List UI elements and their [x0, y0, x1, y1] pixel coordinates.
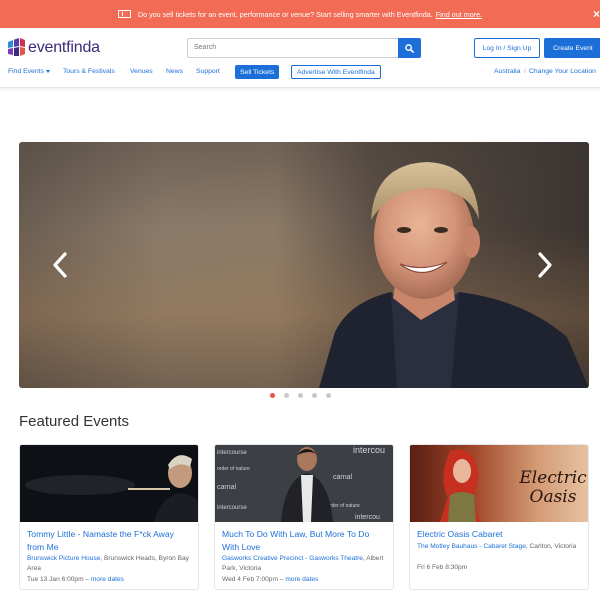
- poster-word: intercourse: [217, 450, 247, 456]
- event-date: Tue 13 Jan 6:00pm: [27, 576, 84, 583]
- carousel-dot[interactable]: [270, 393, 275, 398]
- event-title[interactable]: Much To Do With Law, But More To Do With…: [222, 528, 387, 553]
- nav-find-events[interactable]: Find Events: [8, 68, 50, 75]
- event-card[interactable]: intercourse order of nature carnal carna…: [214, 444, 394, 590]
- event-date-row: Tue 13 Jan 6:00pm – more dates: [27, 576, 124, 583]
- chevron-left-icon[interactable]: [52, 252, 68, 278]
- event-venue: Gasworks Creative Precinct - Gasworks Th…: [222, 554, 387, 574]
- poster-word: intercou: [353, 445, 385, 455]
- event-venue-link[interactable]: The Motley Bauhaus - Cabaret Stage: [417, 543, 526, 550]
- chevron-right-icon[interactable]: [537, 252, 553, 278]
- hero-carousel[interactable]: [19, 142, 589, 388]
- event-venue: The Motley Bauhaus - Cabaret Stage, Carl…: [417, 542, 582, 552]
- logo-text: eventfinda: [28, 39, 100, 56]
- poster-word: intercourse: [217, 505, 247, 511]
- site-logo[interactable]: eventfinda: [8, 38, 100, 58]
- poster-title-bottom: Oasis: [530, 487, 577, 507]
- event-image[interactable]: [20, 445, 198, 522]
- event-date: Wed 4 Feb 7:00pm: [222, 576, 278, 583]
- site-header: eventfinda Search Log In / Sign Up Creat…: [0, 28, 600, 88]
- nav-support[interactable]: Support: [196, 68, 220, 75]
- event-image[interactable]: intercourse order of nature carnal carna…: [215, 445, 393, 522]
- event-venue-link[interactable]: Gasworks Creative Precinct - Gasworks Th…: [222, 555, 363, 562]
- nav-separator: /: [524, 68, 526, 75]
- event-title[interactable]: Tommy Little - Namaste the F*ck Away fro…: [27, 528, 192, 553]
- ticket-icon: [117, 10, 131, 18]
- hero-portrait-image: [319, 162, 589, 388]
- event-image[interactable]: Electric Oasis: [410, 445, 588, 522]
- featured-events-heading: Featured Events: [19, 413, 130, 430]
- close-icon[interactable]: ×: [593, 7, 600, 21]
- nav-advertise-button[interactable]: Advertise With Eventfinda: [291, 65, 381, 79]
- carousel-dot[interactable]: [312, 393, 317, 398]
- event-card[interactable]: Electric Oasis Electric Oasis Cabaret Th…: [409, 444, 589, 590]
- search-input[interactable]: Search: [187, 38, 399, 58]
- poster-word: order of nature: [217, 466, 250, 472]
- nav-location: Australia: [494, 68, 521, 75]
- event-venue: Brunswick Picture House, Brunswick Heads…: [27, 554, 192, 574]
- event-venue-location: , Carlton, Victoria: [525, 543, 577, 550]
- carousel-dots: [270, 393, 331, 398]
- event-date: Fri 6 Feb 8:30pm: [417, 564, 468, 571]
- more-dates-link[interactable]: more dates: [91, 576, 124, 583]
- search-icon: [405, 43, 414, 53]
- nav-venues[interactable]: Venues: [130, 68, 153, 75]
- promo-banner: Do you sell tickets for an event, perfor…: [0, 0, 600, 28]
- nav-sell-tickets-button[interactable]: Sell Tickets: [235, 65, 280, 79]
- promo-text: Do you sell tickets for an event, perfor…: [137, 9, 433, 19]
- event-date-row: Fri 6 Feb 8:30pm: [417, 564, 467, 571]
- login-signup-button[interactable]: Log In / Sign Up: [474, 38, 540, 58]
- event-date-row: Wed 4 Feb 7:00pm – more dates: [222, 576, 318, 583]
- event-title[interactable]: Electric Oasis Cabaret: [417, 528, 582, 541]
- event-card[interactable]: Tommy Little - Namaste the F*ck Away fro…: [19, 444, 199, 590]
- carousel-dot[interactable]: [326, 393, 331, 398]
- carousel-dot[interactable]: [298, 393, 303, 398]
- carousel-dot[interactable]: [284, 393, 289, 398]
- promo-find-out-more-link[interactable]: Find out more.: [436, 10, 482, 19]
- logo-mark-icon: [8, 38, 25, 56]
- event-venue-link[interactable]: Brunswick Picture House: [27, 555, 100, 562]
- more-dates-link[interactable]: more dates: [285, 576, 318, 583]
- poster-word: carnal: [217, 484, 237, 491]
- nav-tours-festivals[interactable]: Tours & Festivals: [63, 68, 115, 75]
- nav-find-events-label: Find Events: [8, 68, 44, 75]
- nav-change-location[interactable]: Change Your Location: [529, 68, 596, 75]
- nav-news[interactable]: News: [166, 68, 183, 75]
- event-date-dash: –: [83, 576, 91, 583]
- poster-word: intercou: [355, 514, 380, 521]
- caret-down-icon: [45, 69, 50, 73]
- create-event-button[interactable]: Create Event: [544, 38, 600, 58]
- poster-word: order of nature: [327, 503, 360, 509]
- search-button[interactable]: [398, 38, 421, 58]
- poster-title-top: Electric: [518, 468, 587, 488]
- poster-word: carnal: [333, 474, 353, 481]
- main-nav: Find Events Tours & Festivals Venues New…: [0, 65, 600, 81]
